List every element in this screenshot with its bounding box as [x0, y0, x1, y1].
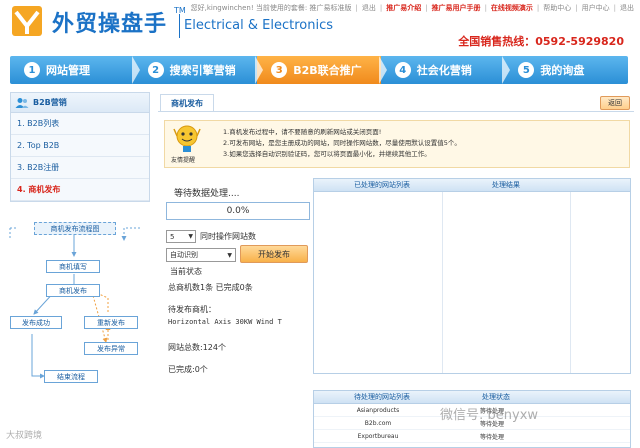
sidebar-item-top-b2b[interactable]: 2. Top B2B	[11, 135, 149, 157]
sales-hotline: 全国销售热线：0592-5929820	[458, 35, 624, 48]
concurrency-label: 同时操作网站数	[200, 232, 256, 241]
back-button[interactable]: 返回	[600, 96, 630, 110]
site-total-text: 网站总数:124个	[168, 343, 226, 352]
concurrency-select[interactable]: 5 ▼	[166, 230, 196, 243]
step-arrow-icon	[131, 56, 140, 84]
pending-product-name: Horizontal Axis 30KW Wind T	[168, 318, 282, 326]
link-logout[interactable]: 退出	[620, 3, 634, 13]
table-header: 待处理的网站列表 处理状态	[314, 391, 630, 404]
sidebar-header: B2B营销	[11, 93, 149, 113]
flow-step-end: 结束流程	[44, 370, 98, 383]
step-search-engine-marketing[interactable]: 2 搜索引擎营销	[134, 56, 264, 84]
step-number: 5	[518, 62, 535, 78]
step-label: 社会化营销	[416, 64, 472, 77]
tip-line: 2.可发布网站，是您主册成功的网站，同时操作网站数，尽量使用默认设置值5个。	[223, 139, 461, 147]
processed-sites-table: 已处理的网站列表 处理结果	[313, 178, 631, 374]
tip-line: 3.如果您选择自动识别验证码，您可以将页面最小化，并继续其他工作。	[223, 150, 431, 158]
table-row: Exportbureau 等待处理	[314, 430, 630, 443]
step-b2b-promotion[interactable]: 3 B2B联合推广	[257, 56, 387, 84]
step-arrow-icon	[502, 56, 511, 84]
publish-work-area: 等待数据处理.... 0.0% 5 ▼ 同时操作网站数 自动识别 ▼ 开始发布 …	[164, 178, 312, 448]
link-product-intro[interactable]: 推广易介绍	[386, 3, 421, 13]
step-number: 4	[394, 62, 411, 78]
app-header: 外贸操盘手 TM Electrical & Electronics 您好,kin…	[0, 0, 640, 56]
tips-label: 友情提醒	[171, 157, 196, 164]
flowchart-connectors	[9, 227, 140, 379]
link-user-center[interactable]: 用户中心	[582, 3, 610, 13]
link-user-manual[interactable]: 推广易用户手册	[432, 3, 481, 13]
users-icon	[15, 97, 29, 108]
mode-value: 自动识别	[170, 251, 198, 259]
table-header: 已处理的网站列表 处理结果	[314, 179, 630, 192]
tab-opportunity-publish[interactable]: 商机发布	[160, 94, 214, 112]
link-logout-top[interactable]: 退出	[362, 3, 376, 13]
column-header: 待处理的网站列表	[354, 393, 410, 401]
start-publish-button[interactable]: 开始发布	[240, 245, 308, 263]
processing-status: 等待数据处理....	[174, 189, 240, 199]
sidebar-item-opportunity-publish[interactable]: 4. 商机发布	[11, 179, 149, 201]
step-number: 3	[271, 62, 288, 78]
sidebar-item-b2b-list[interactable]: 1. B2B列表	[11, 113, 149, 135]
flow-step-fail: 发布异常	[84, 342, 138, 355]
step-social-marketing[interactable]: 4 社会化营销	[381, 56, 511, 84]
brand-divider	[179, 14, 180, 38]
progress-display: 0.0%	[166, 202, 310, 220]
wechat-watermark: 微信号: benyxw	[440, 408, 539, 423]
top-links-bar: 您好,kingwinchen! 当前使用的套餐: 推广易标准版 | 退出 | 推…	[190, 3, 634, 13]
sidebar: B2B营销 1. B2B列表 2. Top B2B 3. B2B注册 4. 商机…	[10, 92, 150, 202]
sidebar-item-b2b-register[interactable]: 3. B2B注册	[11, 157, 149, 179]
pending-label: 待发布商机：	[168, 305, 216, 314]
step-arrow-icon	[378, 56, 387, 84]
step-number: 2	[147, 62, 164, 78]
flow-step-publish: 商机发布	[46, 284, 100, 297]
flow-step-success: 发布成功	[10, 316, 62, 329]
step-website-management[interactable]: 1 网站管理	[10, 56, 140, 84]
current-status-label: 当前状态	[170, 267, 202, 276]
step-label: 网站管理	[46, 64, 90, 77]
user-greeting: 您好,kingwinchen! 当前使用的套餐: 推广易标准版	[190, 4, 352, 12]
totals-text: 总商机数1条 已完成0条	[168, 283, 253, 292]
publish-flowchart: 商机发布流程图 商机填写 商机发布 发布成功 重新发布 发布异常 结束流程	[4, 214, 154, 394]
mascot-icon	[173, 125, 201, 152]
tab-divider	[158, 111, 634, 112]
tips-text: 1.商机发布过程中，请不要随意的刷新网站或关闭页面! 2.可发布网站，是您主册成…	[223, 127, 461, 160]
step-label: 搜索引擎营销	[169, 64, 236, 77]
done-count-text: 已完成:0个	[168, 365, 208, 374]
link-video-demo[interactable]: 在线视频演示	[491, 3, 533, 13]
concurrency-value: 5	[170, 232, 175, 241]
step-arrow-icon	[255, 56, 264, 84]
step-number: 1	[24, 62, 40, 78]
brand-subtitle: Electrical & Electronics	[184, 18, 334, 33]
step-my-inquiries[interactable]: 5 我的询盘	[504, 56, 628, 84]
step-label: 我的询盘	[540, 64, 585, 77]
captcha-mode-select[interactable]: 自动识别 ▼	[166, 248, 236, 262]
brand-logo-icon	[12, 6, 42, 36]
column-header: 处理结果	[492, 181, 520, 189]
step-navigation: 1 网站管理 2 搜索引擎营销 3 B2B联合推广 4 社会化营销 5 我的询盘	[10, 56, 628, 84]
flow-step-republish: 重新发布	[84, 316, 138, 329]
column-header: 已处理的网站列表	[354, 181, 410, 189]
chevron-down-icon: ▼	[188, 233, 193, 240]
link-help-center[interactable]: 帮助中心	[543, 3, 571, 13]
tips-panel: 友情提醒 1.商机发布过程中，请不要随意的刷新网站或关闭页面! 2.可发布网站，…	[164, 120, 630, 168]
chevron-down-icon: ▼	[227, 251, 232, 259]
flow-title: 商机发布流程图	[34, 222, 116, 235]
column-header: 处理状态	[482, 393, 510, 401]
flow-step-fill: 商机填写	[46, 260, 100, 273]
corner-watermark: 大叔跨境	[6, 431, 43, 441]
sidebar-title: B2B营销	[33, 98, 67, 107]
tip-line: 1.商机发布过程中，请不要随意的刷新网站或关闭页面!	[223, 128, 382, 136]
brand-name: 外贸操盘手	[52, 12, 168, 37]
step-label: B2B联合推广	[293, 64, 362, 77]
